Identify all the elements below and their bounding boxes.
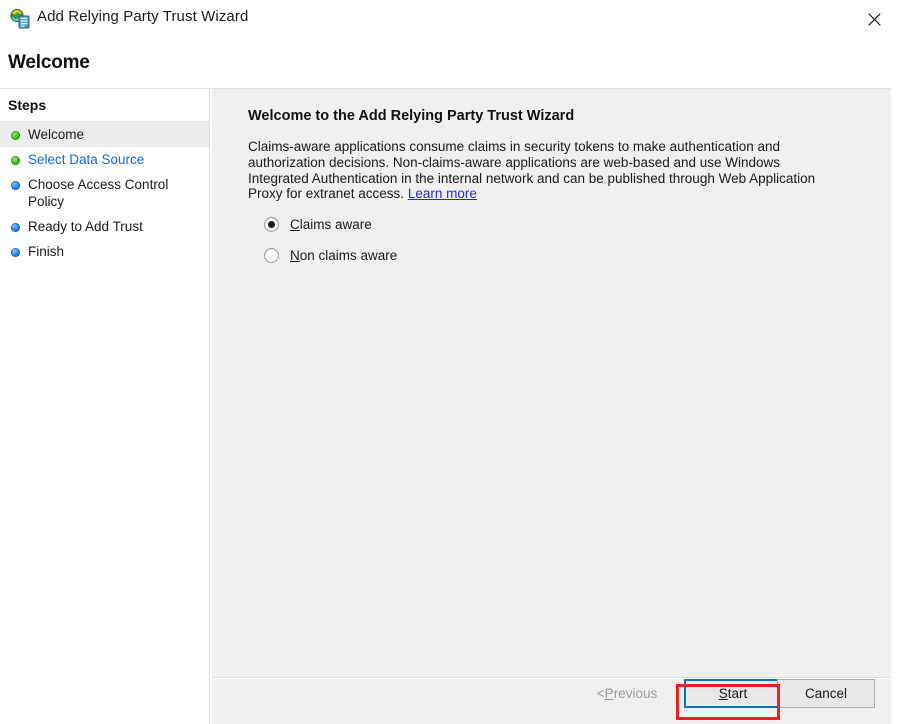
start-button[interactable]: Start — [684, 679, 782, 708]
learn-more-link[interactable]: Learn more — [408, 186, 477, 201]
page-title: Welcome — [8, 52, 90, 73]
step-bullet-icon — [11, 248, 20, 257]
radio-accelerator: C — [290, 216, 300, 232]
radio-label-rest: on claims aware — [299, 247, 398, 263]
radio-option-claims-aware[interactable]: Claims aware — [264, 211, 397, 237]
previous-button: < Previous — [578, 679, 676, 708]
sidebar-item-label: Welcome — [28, 127, 85, 142]
steps-header: Steps — [8, 97, 47, 113]
radio-option-label: Non claims aware — [290, 248, 397, 263]
step-bullet-icon — [11, 131, 20, 140]
previous-button-rest: revious — [613, 686, 658, 701]
radio-button-icon[interactable] — [264, 216, 279, 232]
content-panel: Welcome to the Add Relying Party Trust W… — [212, 88, 891, 677]
sidebar-item-welcome[interactable]: Welcome — [0, 122, 209, 147]
previous-button-accelerator: P — [604, 686, 614, 701]
window-title: Add Relying Party Trust Wizard — [37, 8, 249, 25]
radio-accelerator: N — [290, 247, 300, 263]
previous-button-prefix: < — [596, 686, 605, 701]
sidebar-item-label: Choose Access Control Policy — [28, 177, 169, 209]
radio-option-label: Claims aware — [290, 217, 372, 232]
radio-label-rest: laims aware — [299, 216, 372, 232]
start-button-rest: tart — [727, 686, 748, 701]
sidebar-item-choose-access-control-policy[interactable]: Choose Access Control Policy — [0, 172, 209, 214]
content-heading: Welcome to the Add Relying Party Trust W… — [248, 108, 575, 124]
step-bullet-icon — [11, 156, 20, 165]
cancel-button[interactable]: Cancel — [777, 679, 875, 708]
cancel-button-label: Cancel — [804, 686, 848, 701]
claims-awareness-radio-group: Claims aware Non claims aware — [264, 211, 397, 273]
radio-option-non-claims-aware[interactable]: Non claims aware — [264, 242, 397, 268]
content-description: Claims-aware applications consume claims… — [248, 139, 832, 202]
radio-button-icon[interactable] — [264, 247, 279, 263]
sidebar-item-select-data-source[interactable]: Select Data Source — [0, 147, 209, 172]
content-buttonbar-divider — [212, 677, 891, 678]
sidebar-item-ready-to-add-trust[interactable]: Ready to Add Trust — [0, 214, 209, 239]
step-bullet-icon — [11, 223, 20, 232]
sidebar-item-label[interactable]: Select Data Source — [28, 151, 144, 168]
sidebar-item-label: Ready to Add Trust — [28, 219, 143, 234]
content-description-text: Claims-aware applications consume claims… — [248, 139, 816, 202]
sidebar-item-label: Finish — [28, 244, 65, 259]
start-button-accelerator: S — [718, 686, 728, 701]
sidebar-item-finish[interactable]: Finish — [0, 239, 209, 264]
sidebar-content-divider — [209, 88, 210, 724]
title-bar: Add Relying Party Trust Wizard — [0, 0, 897, 40]
steps-list: Welcome Select Data Source Choose Access… — [0, 122, 209, 264]
close-icon[interactable] — [851, 0, 897, 38]
step-bullet-icon — [11, 181, 20, 190]
relying-party-trust-icon — [10, 9, 31, 29]
wizard-body: Steps Welcome Select Data Source Choose … — [0, 88, 897, 724]
button-bar: < Previous Start Cancel — [212, 679, 891, 724]
steps-sidebar: Steps Welcome Select Data Source Choose … — [0, 88, 209, 724]
